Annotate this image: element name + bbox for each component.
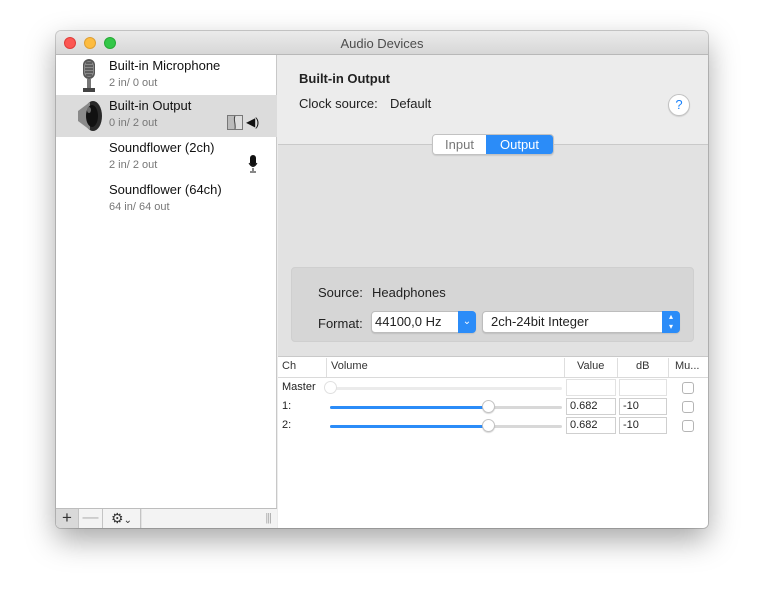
channel-label: Master	[282, 381, 316, 393]
gear-icon: ⚙	[111, 510, 124, 526]
finder-icon	[227, 115, 243, 130]
sidebar-toolbar: + — ⚙⌄ |||	[56, 508, 277, 528]
column-separator	[617, 358, 618, 377]
microphone-icon	[83, 59, 95, 92]
column-separator	[326, 358, 327, 377]
value-field	[566, 379, 616, 396]
device-title: Built-in Output	[299, 71, 390, 86]
audio-devices-window: Audio Devices Built-in Microphone 2 in/ …	[56, 31, 708, 528]
tab-input[interactable]: Input	[433, 135, 486, 154]
device-io: 0 in/ 2 out	[109, 117, 158, 129]
column-header-value[interactable]: Value	[577, 360, 604, 372]
source-value: Headphones	[372, 285, 446, 300]
channel-label: 2:	[282, 419, 292, 431]
device-io: 2 in/ 0 out	[109, 77, 158, 89]
volume-slider	[324, 381, 562, 394]
mute-checkbox[interactable]	[682, 420, 694, 432]
value-field[interactable]: 0.682	[566, 417, 616, 434]
volume-slider[interactable]	[330, 419, 562, 432]
help-button[interactable]: ?	[668, 94, 690, 116]
source-format-box: Source: Headphones Format: 44100,0 Hz ⌄ …	[291, 267, 694, 342]
source-label: Source:	[318, 285, 363, 300]
clock-source-label: Clock source:	[299, 96, 378, 111]
column-header-ch[interactable]: Ch	[282, 360, 296, 372]
device-list: Built-in Microphone 2 in/ 0 out Built-in…	[56, 55, 277, 528]
channel-label: 1:	[282, 400, 292, 412]
device-item-soundflower-64ch[interactable]: Soundflower (64ch) 64 in/ 64 out	[56, 179, 277, 221]
resize-grip-icon[interactable]: |||	[265, 512, 272, 524]
device-name: Soundflower (64ch)	[109, 182, 222, 197]
device-name: Built-in Microphone	[109, 58, 221, 73]
device-item-soundflower-2ch[interactable]: Soundflower (2ch) 2 in/ 2 out	[56, 137, 277, 179]
column-header-mute[interactable]: Mu...	[675, 360, 699, 372]
mute-checkbox[interactable]	[682, 382, 694, 394]
format-value: 2ch-24bit Integer	[491, 314, 589, 329]
chevron-down-icon: ⌄	[458, 311, 476, 333]
device-name: Soundflower (2ch)	[109, 140, 215, 155]
device-detail-panel: Built-in Output Clock source: Default ? …	[278, 55, 708, 528]
volume-fill	[330, 425, 488, 428]
device-name: Built-in Output	[109, 98, 192, 113]
column-separator	[564, 358, 565, 377]
db-field[interactable]: -10	[619, 398, 667, 415]
column-header-volume[interactable]: Volume	[331, 360, 368, 372]
input-output-tabs: Input Output	[432, 134, 554, 155]
gear-menu-button[interactable]: ⚙⌄	[103, 509, 141, 528]
column-header-db[interactable]: dB	[636, 360, 649, 372]
table-row: 2: 0.682 -10	[278, 417, 708, 436]
volume-fill	[330, 406, 488, 409]
db-field	[619, 379, 667, 396]
clock-source-value: Default	[390, 96, 432, 111]
remove-device-button[interactable]: —	[79, 509, 103, 528]
device-item-built-in-output[interactable]: Built-in Output 0 in/ 2 out ◀)	[56, 95, 277, 137]
slider-knob	[324, 381, 337, 394]
slider-knob[interactable]	[482, 419, 495, 432]
speaker-icon	[78, 101, 102, 131]
table-row: 1: 0.682 -10	[278, 398, 708, 417]
mute-checkbox[interactable]	[682, 401, 694, 413]
sample-rate-value: 44100,0 Hz	[375, 314, 442, 329]
db-field[interactable]: -10	[619, 417, 667, 434]
title-bar: Audio Devices	[56, 31, 708, 55]
toolbar-spacer: |||	[142, 509, 277, 528]
slider-knob[interactable]	[482, 400, 495, 413]
format-label: Format:	[318, 316, 363, 331]
table-row: Master	[278, 379, 708, 398]
format-select[interactable]: 2ch-24bit Integer ▴ ▾	[482, 311, 680, 333]
device-item-built-in-microphone[interactable]: Built-in Microphone 2 in/ 0 out	[56, 55, 277, 97]
up-down-chevron-icon: ▴ ▾	[662, 311, 680, 333]
tab-content: Source: Headphones Format: 44100,0 Hz ⌄ …	[278, 144, 708, 528]
tab-output[interactable]: Output	[486, 135, 553, 154]
column-separator	[668, 358, 669, 377]
table-header: Ch Volume Value dB Mu...	[278, 357, 708, 378]
channel-volume-table: Ch Volume Value dB Mu... Master 1: 0.682…	[278, 356, 708, 528]
speaker-volume-icon: ◀)	[246, 115, 260, 129]
chevron-down-icon: ⌄	[123, 515, 132, 526]
device-io: 2 in/ 2 out	[109, 159, 158, 171]
sample-rate-select[interactable]: 44100,0 Hz ⌄	[371, 311, 476, 333]
add-device-button[interactable]: +	[56, 509, 79, 528]
value-field[interactable]: 0.682	[566, 398, 616, 415]
volume-slider[interactable]	[330, 400, 562, 413]
device-io: 64 in/ 64 out	[109, 201, 170, 213]
window-title: Audio Devices	[340, 36, 424, 51]
microphone-small-icon	[248, 155, 258, 173]
